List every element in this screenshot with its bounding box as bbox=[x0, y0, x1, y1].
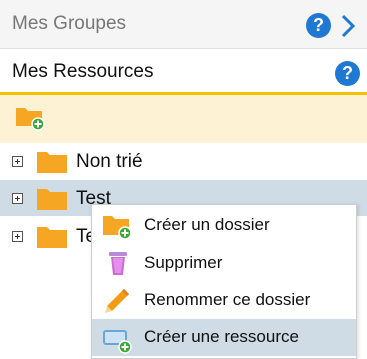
resources-header: Mes Ressources ? bbox=[0, 49, 367, 95]
add-folder-icon[interactable] bbox=[15, 103, 47, 131]
menu-item-create-resource[interactable]: Créer une ressource bbox=[92, 319, 356, 356]
resources-panel: Mes Groupes ? Mes Ressources ? Non trié … bbox=[0, 0, 367, 359]
menu-item-label: Créer une ressource bbox=[144, 327, 299, 346]
menu-item-delete[interactable]: Supprimer bbox=[92, 245, 356, 282]
tree-item-label: Non trié bbox=[76, 151, 143, 172]
folder-icon bbox=[37, 152, 67, 173]
context-menu: Créer un dossier Supprimer Renommer ce d… bbox=[91, 204, 357, 359]
help-icon[interactable]: ? bbox=[306, 13, 331, 38]
chevron-right-icon[interactable] bbox=[339, 14, 357, 38]
tree-item-non-trie[interactable]: Non trié bbox=[0, 143, 367, 179]
expand-toggle[interactable] bbox=[12, 231, 23, 242]
pencil-icon bbox=[105, 289, 129, 313]
add-resource-icon bbox=[103, 330, 132, 354]
menu-item-rename-folder[interactable]: Renommer ce dossier bbox=[92, 282, 356, 319]
groups-title: Mes Groupes bbox=[12, 13, 127, 34]
expand-toggle[interactable] bbox=[12, 193, 23, 204]
resources-title: Mes Ressources bbox=[12, 61, 154, 82]
menu-item-label: Renommer ce dossier bbox=[144, 290, 311, 309]
menu-item-label: Supprimer bbox=[144, 253, 223, 272]
trash-icon bbox=[109, 252, 127, 275]
help-icon[interactable]: ? bbox=[335, 61, 360, 86]
menu-item-create-folder[interactable]: Créer un dossier bbox=[92, 207, 356, 244]
menu-item-label: Créer un dossier bbox=[144, 215, 270, 234]
folder-icon bbox=[37, 189, 67, 210]
resources-toolbar bbox=[0, 95, 367, 143]
groups-header[interactable]: Mes Groupes ? bbox=[0, 0, 367, 49]
folder-icon bbox=[37, 227, 67, 248]
expand-toggle[interactable] bbox=[12, 156, 23, 167]
add-folder-icon bbox=[103, 216, 132, 240]
